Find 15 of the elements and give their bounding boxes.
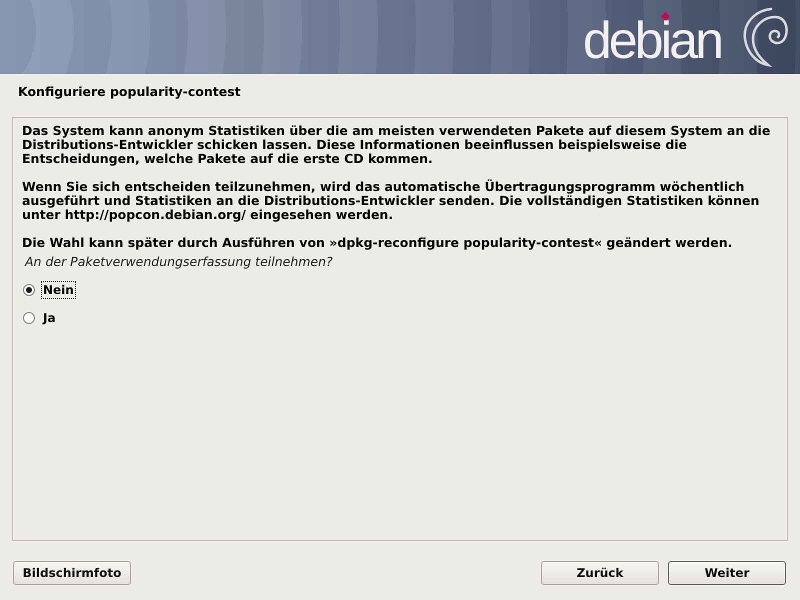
screenshot-button[interactable]: Bildschirmfoto bbox=[13, 561, 131, 585]
continue-button[interactable]: Weiter bbox=[668, 561, 786, 585]
logo-text: debian bbox=[582, 20, 721, 62]
description-text: Das System kann anonym Statistiken über die am meisten verwendeten Pakete auf diesem System an die Distributions-Entwickler schicken lassen. Diese Informationen beeinflussen beispielsweise die Entscheidungen, welche Pakete auf die erste CD kommen. bbox=[22, 124, 772, 166]
description-text: Die Wahl kann später durch Ausführen von »dpkg-reconfigure popularity-contest« geändert werden. bbox=[22, 236, 734, 250]
description-text: Wenn Sie sich entscheiden teilzunehmen, wird das automatische Übertragungsprogramm wöchentlich ausgeführt und Statistiken an die Distributions-Entwickler senden. Die vollständigen Statistiken können unter http://popcon.debian.org/ eingesehen werden. bbox=[22, 180, 760, 222]
question-text: An der Paketverwendungserfassung teilnehmen? bbox=[25, 255, 333, 269]
radio-button[interactable] bbox=[23, 312, 35, 324]
option-label[interactable]: Nein bbox=[41, 281, 76, 299]
option-label[interactable]: Ja bbox=[41, 309, 58, 327]
back-button[interactable]: Zurück bbox=[541, 561, 659, 585]
diamond-icon bbox=[660, 12, 670, 21]
page-title: Konfiguriere popularity-contest bbox=[18, 85, 241, 99]
radio-button[interactable] bbox=[23, 284, 35, 296]
swirl-icon bbox=[741, 7, 789, 67]
